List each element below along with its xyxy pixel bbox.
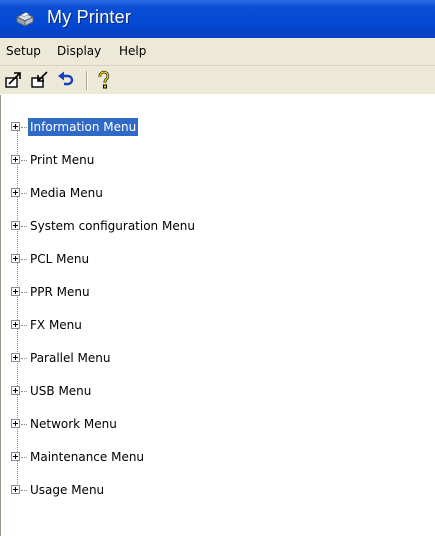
expand-icon[interactable] (11, 155, 20, 164)
help-key-icon[interactable] (94, 70, 114, 90)
tree-node-label[interactable]: PPR Menu (28, 283, 92, 301)
tree-node-label[interactable]: Usage Menu (28, 481, 106, 499)
expand-icon[interactable] (11, 122, 20, 131)
expand-icon[interactable] (11, 287, 20, 296)
expand-icon[interactable] (11, 221, 20, 230)
tree-node-label[interactable]: USB Menu (28, 382, 93, 400)
printer-icon (15, 12, 35, 27)
menu-bar: Setup Display Help (0, 38, 435, 66)
tree-branch-line (21, 127, 27, 128)
tree-branch-line (21, 424, 27, 425)
tree-node-label[interactable]: PCL Menu (28, 250, 91, 268)
window-title: My Printer (47, 7, 132, 27)
tree-node-label[interactable]: Network Menu (28, 415, 119, 433)
download-icon[interactable] (30, 70, 50, 90)
expand-icon[interactable] (11, 254, 20, 263)
tree-branch-line (21, 160, 27, 161)
tree-branch-line (21, 226, 27, 227)
expand-icon[interactable] (11, 353, 20, 362)
tree-branch-line (21, 325, 27, 326)
tree-node-label[interactable]: Maintenance Menu (28, 448, 146, 466)
title-bar[interactable]: My Printer (0, 0, 435, 38)
tree-branch-line (21, 358, 27, 359)
menu-help[interactable]: Help (119, 44, 146, 58)
tree-node-label[interactable]: FX Menu (28, 316, 84, 334)
upload-icon[interactable] (4, 70, 24, 90)
undo-icon[interactable] (56, 70, 76, 90)
tree-branch-line (21, 259, 27, 260)
tree-node-label[interactable]: Parallel Menu (28, 349, 112, 367)
tree-node-label[interactable]: System configuration Menu (28, 217, 197, 235)
tree-connector-line (17, 128, 18, 492)
tree-branch-line (21, 391, 27, 392)
tree-node-label[interactable]: Media Menu (28, 184, 105, 202)
tree-branch-line (21, 490, 27, 491)
expand-icon[interactable] (11, 188, 20, 197)
tree-node-label[interactable]: Print Menu (28, 151, 96, 169)
expand-icon[interactable] (11, 386, 20, 395)
toolbar-separator (86, 71, 87, 90)
tree-node-label[interactable]: Information Menu (28, 118, 139, 136)
tree-branch-line (21, 193, 27, 194)
expand-icon[interactable] (11, 320, 20, 329)
tree-branch-line (21, 292, 27, 293)
expand-icon[interactable] (11, 452, 20, 461)
menu-display[interactable]: Display (57, 44, 101, 58)
menu-setup[interactable]: Setup (6, 44, 41, 58)
expand-icon[interactable] (11, 485, 20, 494)
tree-branch-line (21, 457, 27, 458)
menu-tree: Information Menu Print Menu Media Menu S… (0, 95, 435, 536)
application-window: My Printer Setup Display Help Informatio… (0, 0, 435, 536)
expand-icon[interactable] (11, 419, 20, 428)
toolbar (0, 66, 435, 94)
